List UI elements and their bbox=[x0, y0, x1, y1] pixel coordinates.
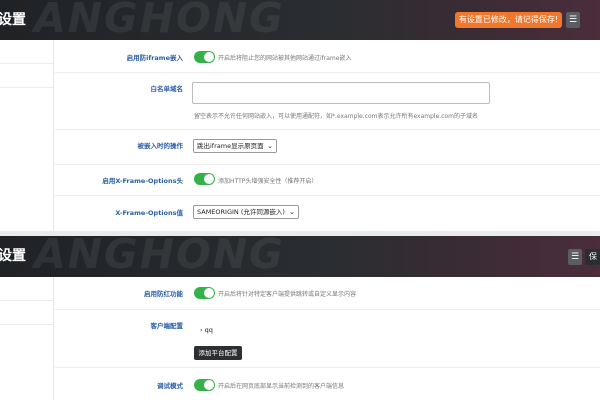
xfo-header-label: 启用X-Frame-Options头 bbox=[102, 177, 183, 185]
sidebar bbox=[0, 277, 54, 400]
embed-action-label: 被嵌入时的操作 bbox=[137, 142, 184, 150]
sidebar-item[interactable] bbox=[0, 277, 53, 301]
header-watermark: ANGHONG bbox=[34, 236, 285, 278]
embed-action-select[interactable]: 跳出iframe显示原页面 ⌄ bbox=[193, 139, 277, 153]
menu-icon[interactable]: ☰ bbox=[566, 12, 580, 28]
sidebar-item[interactable] bbox=[0, 301, 53, 325]
panel-header: ANGHONG 设置 有设置已修改，请记得保存! ☰ bbox=[0, 0, 600, 42]
row-anti-iframe: 启用防iframe嵌入 开启后将阻止您的网站被其他网站通过iframe嵌入 bbox=[55, 40, 600, 73]
debug-label: 调试模式 bbox=[157, 382, 183, 390]
page-title: 设置 bbox=[0, 12, 26, 28]
sidebar-item[interactable] bbox=[0, 40, 53, 64]
header-watermark: ANGHONG bbox=[34, 0, 285, 42]
client-item-qq[interactable]: › qq bbox=[200, 326, 213, 334]
page-title: 设置 bbox=[0, 248, 26, 264]
debug-toggle[interactable] bbox=[194, 379, 215, 391]
row-xfo-header: 启用X-Frame-Options头 添加HTTP头增强安全性（推荐开启） bbox=[55, 165, 600, 196]
anti-red-toggle[interactable] bbox=[194, 287, 215, 299]
xfo-header-toggle[interactable] bbox=[194, 173, 215, 185]
row-embed-action: 被嵌入时的操作 跳出iframe显示原页面 ⌄ bbox=[55, 130, 600, 165]
sidebar bbox=[0, 40, 54, 232]
embed-action-value: 跳出iframe显示原页面 bbox=[197, 142, 264, 150]
row-anti-red: 启用防红功能 开启后将针对特定客户端提供跳转或自定义显示内容 bbox=[55, 277, 600, 310]
sidebar-item[interactable] bbox=[0, 64, 53, 88]
chevron-down-icon: ⌄ bbox=[289, 208, 295, 216]
row-whitelist: 白名单域名 留空表示不允许任何网站嵌入，可以使用通配符，如*.example.c… bbox=[55, 73, 600, 130]
settings-panel-iframe: ANGHONG 设置 有设置已修改，请记得保存! ☰ 启用防iframe嵌入 开… bbox=[0, 0, 600, 232]
anti-iframe-label: 启用防iframe嵌入 bbox=[126, 54, 183, 62]
whitelist-help: 留空表示不允许任何网站嵌入，可以使用通配符，如*.example.com表示允许… bbox=[194, 113, 479, 120]
xfo-value-value: SAMEORIGIN (允许同源嵌入) bbox=[197, 208, 285, 216]
settings-panel-anti-red: ANGHONG 设置 ☰ 保 启用防红功能 开启后将针对特定客户端提供跳转或自定… bbox=[0, 236, 600, 400]
anti-red-label: 启用防红功能 bbox=[144, 290, 183, 298]
chevron-down-icon: ⌄ bbox=[267, 142, 273, 150]
add-platform-button[interactable]: 添加平台配置 bbox=[194, 346, 242, 360]
xfo-value-label: X-Frame-Options值 bbox=[115, 209, 183, 217]
anti-red-help: 开启后将针对特定客户端提供跳转或自定义显示内容 bbox=[218, 291, 357, 298]
menu-icon[interactable]: ☰ bbox=[568, 249, 582, 265]
whitelist-label: 白名单域名 bbox=[150, 85, 184, 93]
xfo-value-select[interactable]: SAMEORIGIN (允许同源嵌入) ⌄ bbox=[193, 205, 299, 219]
anti-iframe-help: 开启后将阻止您的网站被其他网站通过iframe嵌入 bbox=[218, 55, 352, 62]
unsaved-changes-button[interactable]: 有设置已修改，请记得保存! bbox=[455, 12, 562, 28]
row-debug: 调试模式 开启后在网页底部显示当前检测到的客户端信息 bbox=[55, 368, 600, 400]
anti-iframe-toggle[interactable] bbox=[194, 51, 215, 63]
debug-help: 开启后在网页底部显示当前检测到的客户端信息 bbox=[218, 383, 345, 390]
save-button[interactable]: 保 bbox=[585, 249, 600, 265]
row-client-config: 客户端配置 › qq 添加平台配置 bbox=[55, 310, 600, 368]
row-xfo-value: X-Frame-Options值 SAMEORIGIN (允许同源嵌入) ⌄ bbox=[55, 196, 600, 232]
client-config-label: 客户端配置 bbox=[150, 322, 184, 330]
whitelist-domains-input[interactable] bbox=[192, 82, 490, 104]
xfo-header-help: 添加HTTP头增强安全性（推荐开启） bbox=[218, 178, 318, 185]
panel-header: ANGHONG 设置 ☰ 保 bbox=[0, 236, 600, 278]
